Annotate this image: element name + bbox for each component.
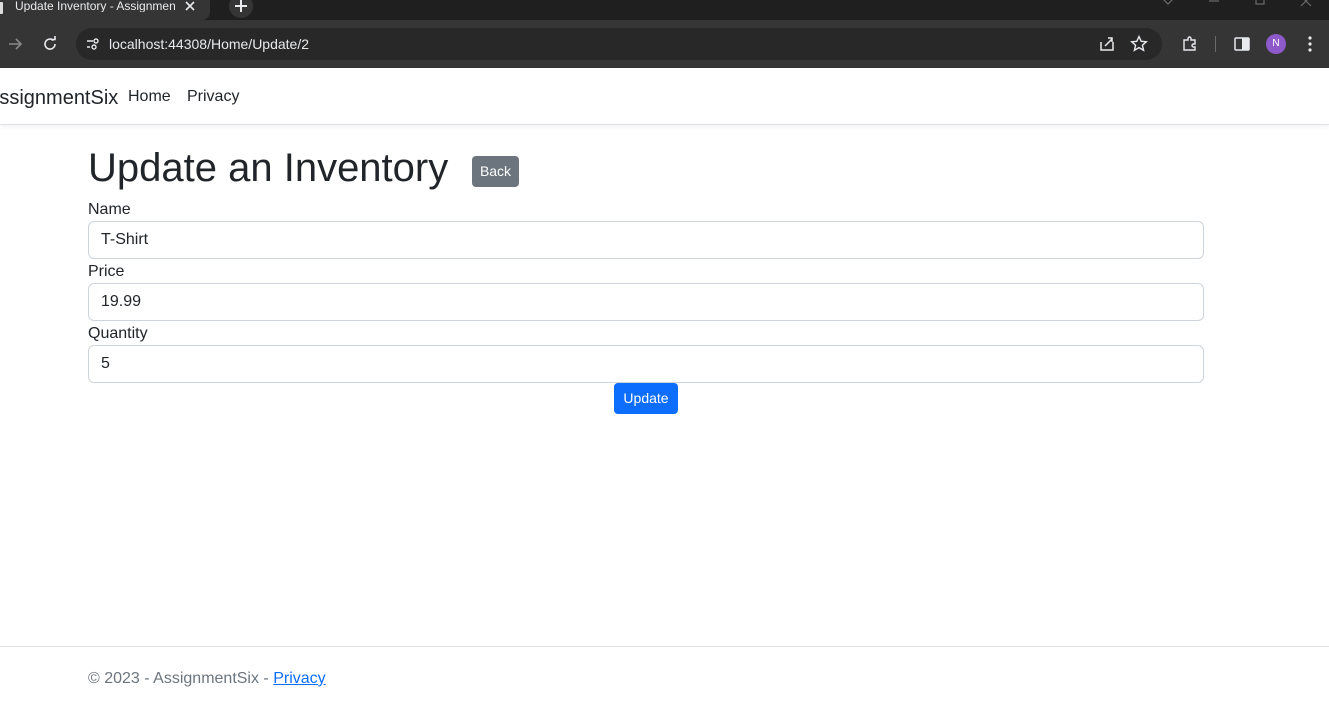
footer-text: © 2023 - AssignmentSix - Privacy	[88, 669, 326, 689]
profile-avatar[interactable]: N	[1266, 34, 1286, 54]
browser-tab[interactable]: Update Inventory - AssignmentSix	[0, 0, 210, 20]
nav-link-home[interactable]: Home	[128, 87, 171, 107]
plus-icon	[235, 0, 247, 12]
footer-copyright: © 2023 - AssignmentSix -	[88, 670, 274, 687]
price-input[interactable]	[88, 283, 1204, 321]
tab-title: Update Inventory - AssignmentSix	[15, 0, 175, 12]
side-panel-icon[interactable]	[1232, 34, 1252, 54]
close-window-icon[interactable]	[1299, 0, 1313, 8]
price-label: Price	[88, 263, 125, 280]
site-footer: © 2023 - AssignmentSix - Privacy	[0, 646, 1329, 701]
footer-privacy-link[interactable]: Privacy	[273, 670, 325, 687]
share-icon[interactable]	[1097, 34, 1117, 54]
site-info-icon[interactable]	[84, 35, 102, 53]
close-tab-icon[interactable]	[182, 0, 198, 14]
minimize-icon[interactable]	[1207, 0, 1221, 8]
reload-icon[interactable]	[40, 34, 60, 54]
navbar-brand[interactable]: AssignmentSix	[0, 86, 118, 110]
tab-search-icon[interactable]	[1161, 0, 1175, 8]
toolbar-divider	[1215, 36, 1216, 52]
name-input[interactable]	[88, 221, 1204, 259]
site-navbar: AssignmentSix Home Privacy	[0, 68, 1329, 125]
forward-arrow-icon[interactable]	[6, 34, 26, 54]
page-favicon-icon	[0, 2, 3, 14]
new-tab-button[interactable]	[229, 0, 253, 18]
name-label: Name	[88, 201, 131, 218]
page-title: Update an Inventory	[88, 146, 449, 190]
quantity-input[interactable]	[88, 345, 1204, 383]
more-menu-icon[interactable]	[1300, 34, 1320, 54]
bookmark-star-icon[interactable]	[1129, 34, 1149, 54]
quantity-label: Quantity	[88, 325, 148, 342]
url-text[interactable]: localhost:44308/Home/Update/2	[109, 36, 309, 52]
extensions-puzzle-icon[interactable]	[1180, 34, 1200, 54]
update-button[interactable]: Update	[614, 383, 678, 414]
nav-link-privacy[interactable]: Privacy	[187, 87, 239, 107]
back-button[interactable]: Back	[472, 156, 519, 187]
browser-tab-strip: Update Inventory - AssignmentSix	[0, 0, 1329, 20]
restore-icon[interactable]	[1253, 0, 1267, 8]
